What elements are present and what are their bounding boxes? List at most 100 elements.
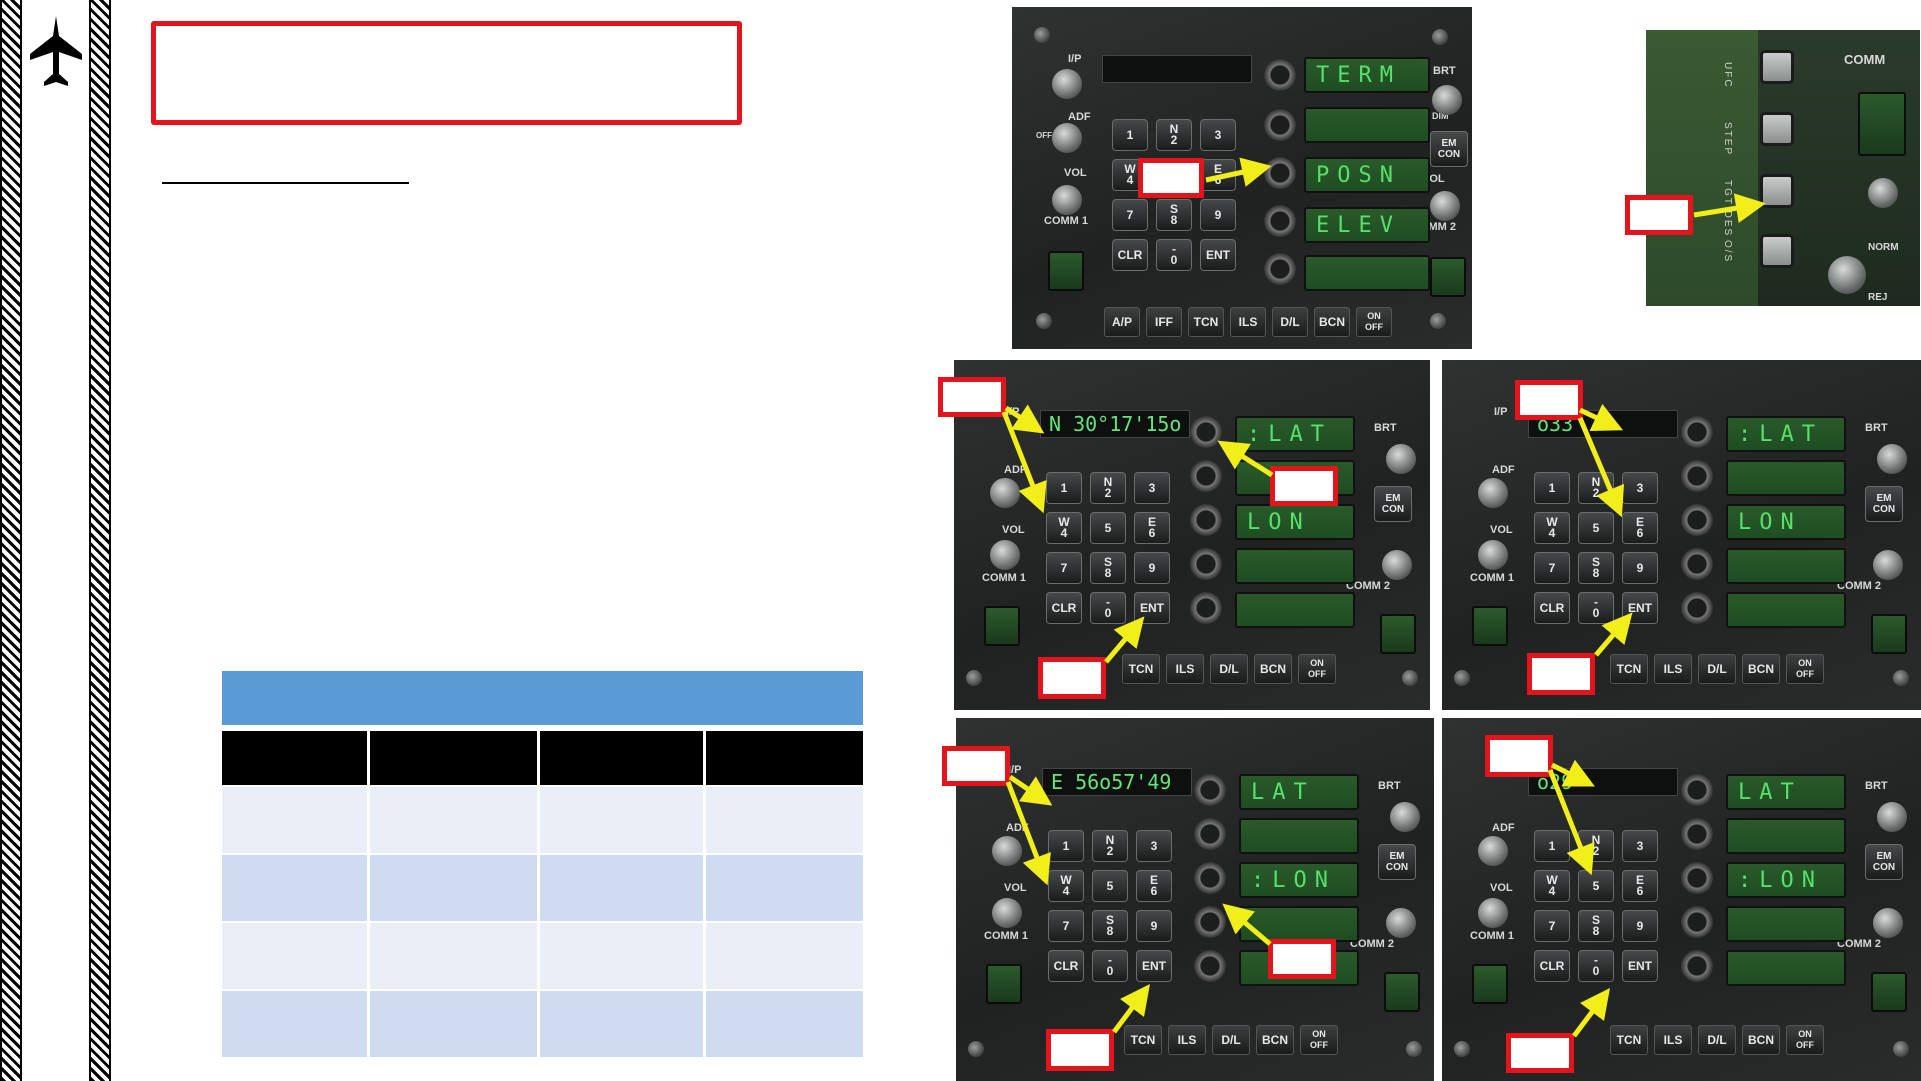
option-select-button-1[interactable]	[1190, 416, 1222, 448]
comm1-volume-knob[interactable]	[992, 898, 1022, 928]
iff-button[interactable]: IFF	[1146, 307, 1182, 337]
ufc-key-0[interactable]: -0	[1578, 950, 1614, 982]
ufc-key-7[interactable]: 7	[1534, 910, 1570, 942]
option-select-button-1[interactable]	[1681, 774, 1713, 806]
bcn-button[interactable]: BCN	[1314, 307, 1350, 337]
option-select-button-4[interactable]	[1264, 205, 1296, 237]
comm-knob[interactable]	[1868, 178, 1898, 208]
ufc-key-clr[interactable]: CLR	[1534, 950, 1570, 982]
comm1-volume-knob[interactable]	[990, 540, 1020, 570]
option-select-button-1[interactable]	[1194, 774, 1226, 806]
option-select-button-5[interactable]	[1264, 253, 1296, 285]
comm2-volume-knob[interactable]	[1873, 908, 1903, 938]
ufc-key-3[interactable]: 3	[1622, 472, 1658, 504]
ufc-key-7[interactable]: 7	[1046, 552, 1082, 584]
rej-knob[interactable]	[1828, 256, 1866, 294]
on-off-button[interactable]: ON OFF	[1300, 1025, 1338, 1055]
dl-button[interactable]: D/L	[1212, 1025, 1250, 1055]
ufc-key-5[interactable]: 5	[1090, 512, 1126, 544]
ufc-key-3[interactable]: 3	[1622, 830, 1658, 862]
ufc-key-1[interactable]: 1	[1112, 119, 1148, 151]
comm1-volume-knob[interactable]	[1478, 540, 1508, 570]
ufc-key-9[interactable]: 9	[1134, 552, 1170, 584]
bcn-button[interactable]: BCN	[1254, 654, 1292, 684]
tcn-button[interactable]: TCN	[1122, 654, 1160, 684]
dl-button[interactable]: D/L	[1698, 654, 1736, 684]
ufc-key-6[interactable]: E6	[1622, 512, 1658, 544]
ufc-key-2[interactable]: N2	[1090, 472, 1126, 504]
tcn-button[interactable]: TCN	[1124, 1025, 1162, 1055]
ufc-key-2[interactable]: N2	[1578, 472, 1614, 504]
ufc-key-0[interactable]: -0	[1156, 239, 1192, 271]
comm2-volume-knob[interactable]	[1386, 908, 1416, 938]
bcn-button[interactable]: BCN	[1256, 1025, 1294, 1055]
comm2-volume-knob[interactable]	[1430, 191, 1460, 221]
comm2-volume-knob[interactable]	[1382, 550, 1412, 580]
option-select-button-4[interactable]	[1194, 906, 1226, 938]
ufc-key-7[interactable]: 7	[1112, 199, 1148, 231]
ufc-key-6[interactable]: E6	[1622, 870, 1658, 902]
brightness-knob[interactable]	[1877, 802, 1907, 832]
dl-button[interactable]: D/L	[1272, 307, 1308, 337]
ufc-key-6[interactable]: E6	[1136, 870, 1172, 902]
ufc-key-6[interactable]: E6	[1200, 159, 1236, 191]
pushbutton-4[interactable]	[1760, 234, 1794, 268]
ufc-key-0[interactable]: -0	[1578, 592, 1614, 624]
ufc-key-9[interactable]: 9	[1622, 552, 1658, 584]
option-select-button-3[interactable]	[1264, 157, 1296, 189]
on-off-button[interactable]: ON OFF	[1786, 654, 1824, 684]
ils-button[interactable]: ILS	[1230, 307, 1266, 337]
adf-switch[interactable]	[992, 836, 1022, 866]
ap-button[interactable]: A/P	[1104, 307, 1140, 337]
ufc-key-clr[interactable]: CLR	[1046, 592, 1082, 624]
brightness-knob[interactable]	[1390, 802, 1420, 832]
bcn-button[interactable]: BCN	[1742, 1025, 1780, 1055]
ufc-key-ent[interactable]: ENT	[1200, 239, 1236, 271]
ufc-key-4[interactable]: W4	[1048, 870, 1084, 902]
emcon-button[interactable]: EM CON	[1374, 486, 1412, 522]
option-select-button-1[interactable]	[1681, 416, 1713, 448]
emcon-button[interactable]: EM CON	[1430, 131, 1468, 167]
ufc-key-5[interactable]: 5	[1578, 512, 1614, 544]
tcn-button[interactable]: TCN	[1188, 307, 1224, 337]
pushbutton-2[interactable]	[1760, 112, 1794, 146]
option-select-button-3[interactable]	[1190, 504, 1222, 536]
pushbutton-3[interactable]	[1760, 174, 1794, 208]
brightness-knob[interactable]	[1386, 444, 1416, 474]
ufc-key-ent[interactable]: ENT	[1136, 950, 1172, 982]
pushbutton-1[interactable]	[1760, 50, 1794, 84]
ufc-key-4[interactable]: W4	[1534, 870, 1570, 902]
on-off-button[interactable]: ON OFF	[1298, 654, 1336, 684]
option-select-button-2[interactable]	[1264, 109, 1296, 141]
option-select-button-2[interactable]	[1681, 818, 1713, 850]
option-select-button-1[interactable]	[1264, 59, 1296, 91]
dl-button[interactable]: D/L	[1698, 1025, 1736, 1055]
ufc-key-1[interactable]: 1	[1046, 472, 1082, 504]
option-select-button-4[interactable]	[1190, 548, 1222, 580]
ufc-key-0[interactable]: -0	[1092, 950, 1128, 982]
adf-switch[interactable]	[1478, 478, 1508, 508]
ufc-key-1[interactable]: 1	[1048, 830, 1084, 862]
bcn-button[interactable]: BCN	[1742, 654, 1780, 684]
option-select-button-2[interactable]	[1681, 460, 1713, 492]
dl-button[interactable]: D/L	[1210, 654, 1248, 684]
ufc-key-8[interactable]: S8	[1578, 552, 1614, 584]
ils-button[interactable]: ILS	[1168, 1025, 1206, 1055]
ufc-key-ent[interactable]: ENT	[1622, 592, 1658, 624]
ufc-key-8[interactable]: S8	[1092, 910, 1128, 942]
comm2-volume-knob[interactable]	[1873, 550, 1903, 580]
ufc-key-9[interactable]: 9	[1136, 910, 1172, 942]
option-select-button-2[interactable]	[1190, 460, 1222, 492]
ufc-key-3[interactable]: 3	[1136, 830, 1172, 862]
on-off-button[interactable]: ON OFF	[1786, 1025, 1824, 1055]
adf-switch[interactable]	[1052, 123, 1082, 153]
ufc-key-2[interactable]: N2	[1156, 119, 1192, 151]
adf-switch[interactable]	[1478, 836, 1508, 866]
ufc-key-4[interactable]: W4	[1534, 512, 1570, 544]
ufc-key-9[interactable]: 9	[1200, 199, 1236, 231]
comm1-volume-knob[interactable]	[1052, 185, 1082, 215]
ufc-key-9[interactable]: 9	[1622, 910, 1658, 942]
ufc-key-7[interactable]: 7	[1048, 910, 1084, 942]
option-select-button-3[interactable]	[1681, 862, 1713, 894]
adf-switch[interactable]	[990, 478, 1020, 508]
